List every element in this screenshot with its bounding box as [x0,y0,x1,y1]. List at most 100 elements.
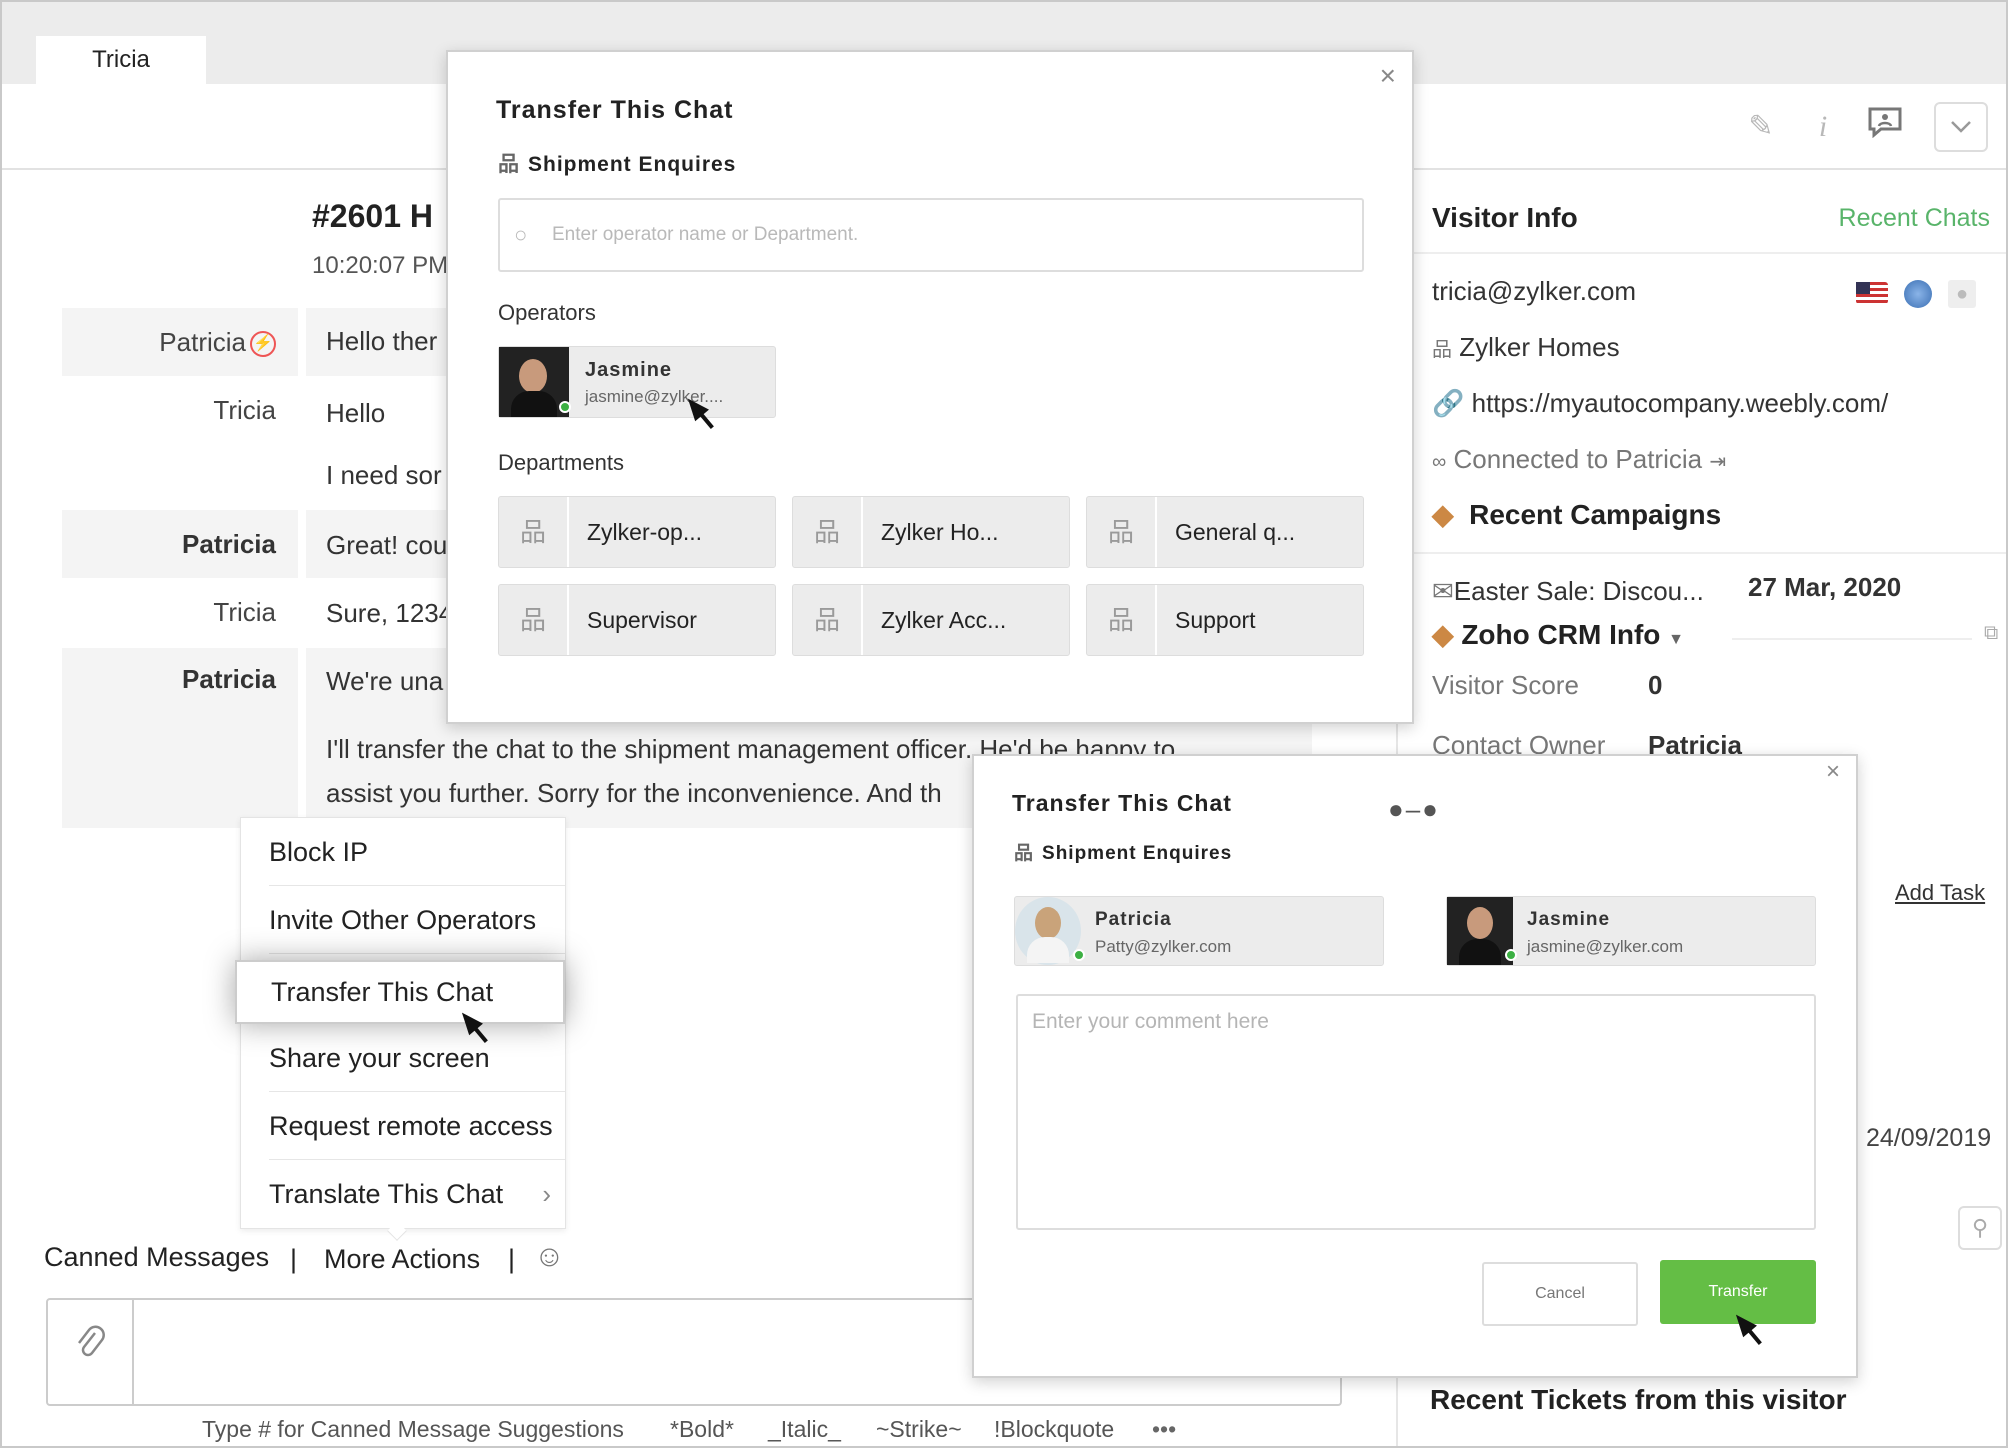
visitor-email: tricia@zylker.com [1432,276,1637,306]
canned-messages-link[interactable]: Canned Messages [44,1242,269,1273]
signin-icon: ⇥ [1709,451,1727,473]
browser-icon [1904,280,1932,308]
campaign-icon: ◆ [1432,499,1454,530]
from-operator-card: Patricia Patty@zylker.com [1014,896,1384,966]
sender-name: Patricia [182,664,276,694]
lightning-icon: ⚡ [250,331,276,358]
message-text: Sure, 1234 [326,598,454,628]
app-window: Tricia ✎ i #2601 H 10:20:07 PM Patricia ⚡… [0,0,2008,1448]
org-chart-icon: 品 [1087,585,1157,655]
comment-textarea[interactable]: Enter your comment here [1016,994,1816,1230]
menu-item-block-ip[interactable]: Block IP [269,818,565,886]
separator: | [290,1244,298,1274]
message-text: Hello ther [326,326,438,356]
message-text: Great! cou [326,530,448,560]
message-text: assist you further. Sorry for the inconv… [326,778,942,808]
cancel-button[interactable]: Cancel [1482,1262,1638,1326]
attachment-icon[interactable] [48,1300,134,1404]
department-icon: 品 [1432,339,1452,361]
org-chart-icon: 品 [499,585,569,655]
department-label: Zylker Acc... [881,607,1007,633]
transfer-arrow-icon: ●–● [1388,794,1440,824]
department-card[interactable]: 品 Zylker-op... [498,496,776,568]
apple-icon: ● [1948,280,1976,308]
info-icon[interactable]: i [1802,106,1844,148]
hint-strike: ~Strike~ [876,1416,962,1442]
visit-date: 24/09/2019 [1866,1124,1992,1152]
caret-down-icon[interactable]: ▼ [1668,631,1684,648]
operator-search-input[interactable]: ○ Enter operator name or Department. [498,198,1364,272]
visitor-url[interactable]: https://myautocompany.weebly.com/ [1472,388,1889,418]
org-chart-icon: 品 [793,585,863,655]
department-card[interactable]: 品 Supervisor [498,584,776,656]
hint-canned: Type # for Canned Message Suggestions [202,1416,624,1442]
emoji-icon[interactable]: ☺ [534,1240,565,1274]
menu-item-translate-chat[interactable]: Translate This Chat › [269,1160,565,1228]
department-icon: 品 [1014,843,1035,864]
sender-name: Patricia [159,327,246,357]
search-placeholder: Enter operator name or Department. [552,224,859,245]
more-formatting-icon[interactable]: ••• [1152,1416,1176,1443]
sender-name: Tricia [213,597,276,627]
us-flag-icon [1856,282,1888,304]
avatar [1015,897,1081,965]
menu-item-remote-access[interactable]: Request remote access [269,1092,565,1160]
to-operator-email: jasmine@zylker.com [1527,937,1684,956]
connected-status: Connected to Patricia [1453,444,1703,474]
online-status-dot [559,401,571,413]
transfer-confirm-dialog: × Transfer This Chat 品 Shipment Enquires … [972,754,1858,1378]
department-icon: 品 [498,153,520,176]
operator-card-jasmine[interactable]: Jasmine jasmine@zylker.... [498,346,776,418]
add-task-link[interactable]: Add Task [1895,880,1985,906]
crm-heading: Zoho CRM Info [1461,619,1661,650]
chevron-down-icon[interactable] [1934,102,1988,152]
org-chart-icon: 品 [499,497,569,567]
sender-name: Patricia [182,529,276,559]
to-operator-card: Jasmine jasmine@zylker.com [1446,896,1816,966]
department-card[interactable]: 品 Zylker Acc... [792,584,1070,656]
visitor-score-value: 0 [1648,670,1663,700]
chat-bubble-icon[interactable] [1864,106,1906,148]
sender-name: Tricia [213,395,276,425]
more-actions-link[interactable]: More Actions [324,1244,480,1275]
search-icon[interactable]: ⚲ [1958,1206,2002,1250]
message-text: Hello [326,398,386,428]
hint-italic: _Italic_ [768,1416,841,1442]
tab-tricia[interactable]: Tricia [36,36,206,84]
campaign-date: 27 Mar, 2020 [1748,572,1902,602]
edit-icon[interactable]: ✎ [1740,106,1782,148]
recent-campaigns-heading: Recent Campaigns [1469,499,1722,530]
chat-timestamp: 10:20:07 PM [312,252,449,279]
menu-item-invite-operators[interactable]: Invite Other Operators [269,886,565,954]
message-text: We're una [326,666,444,696]
recent-tickets-heading: Recent Tickets from this visitor [1430,1384,1847,1415]
link-icon: 🔗 [1432,388,1465,418]
close-icon[interactable]: × [1826,758,1840,786]
operator-name: Jasmine [585,359,673,381]
menu-item-transfer-chat[interactable]: Transfer This Chat [235,960,565,1024]
recent-chats-link[interactable]: Recent Chats [1839,204,1990,233]
hint-blockquote: !Blockquote [994,1416,1115,1442]
campaign-name: Easter Sale: Discou... [1453,576,1704,606]
dialog-title: Transfer This Chat [1012,790,1232,816]
external-link-icon[interactable]: ⧉ [1984,622,1998,645]
close-icon[interactable]: × [1380,60,1396,92]
operators-label: Operators [498,300,596,325]
menu-item-share-screen[interactable]: Share your screen [269,1024,565,1092]
crm-icon: ◆ [1432,619,1454,650]
department-card[interactable]: 品 General q... [1086,496,1364,568]
department-card[interactable]: 品 Zylker Ho... [792,496,1070,568]
hint-bold: *Bold* [670,1416,734,1442]
transfer-chat-dialog: × Transfer This Chat 品 Shipment Enquires … [446,50,1414,724]
menu-item-label: Translate This Chat [269,1179,504,1209]
department-name: Shipment Enquires [1042,843,1233,864]
chat-title: #2601 H [312,198,433,234]
department-label: Support [1175,607,1256,633]
chevron-right-icon: › [542,1179,551,1209]
message-text: I need sor [326,460,442,490]
online-status-dot [1505,949,1517,961]
visitor-info-heading: Visitor Info [1432,202,1578,233]
department-name: Shipment Enquires [528,153,737,176]
to-operator-name: Jasmine [1527,909,1611,930]
department-card[interactable]: 品 Support [1086,584,1364,656]
